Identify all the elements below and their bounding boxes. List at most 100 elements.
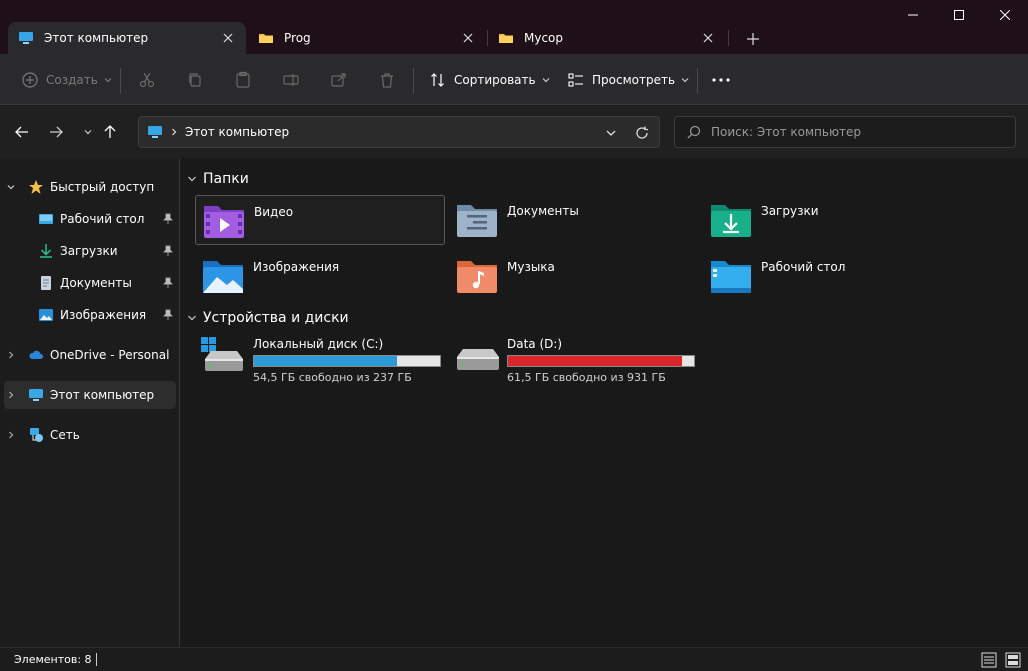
chevron-right-icon[interactable] [4, 388, 18, 402]
drive-name: Data (D:) [507, 337, 563, 351]
sidebar-item-label: Рабочий стол [60, 212, 145, 226]
more-options-button[interactable] [712, 64, 730, 96]
sidebar-item-label: OneDrive - Personal [50, 348, 170, 362]
folder-documents[interactable]: Документы [449, 195, 699, 245]
drive-d[interactable]: Data (D:) 61,5 ГБ свободно из 931 ГБ [455, 337, 705, 384]
copy-button[interactable] [186, 64, 204, 96]
search-box[interactable] [674, 116, 1016, 148]
folder-label: Музыка [507, 260, 555, 274]
create-button[interactable]: Создать [22, 64, 113, 96]
paste-button[interactable] [234, 64, 252, 96]
tab-musor[interactable]: Мусор [488, 22, 726, 54]
tab-this-pc[interactable]: Этот компьютер [8, 22, 246, 54]
sidebar-item-desktop[interactable]: Рабочий стол [4, 205, 176, 233]
folder-music[interactable]: Музыка [449, 251, 699, 301]
tab-prog[interactable]: Prog [248, 22, 486, 54]
details-view-icon [981, 652, 997, 668]
pin-icon[interactable] [162, 245, 174, 257]
folder-videos[interactable]: Видео [195, 195, 445, 245]
videos-folder-icon [204, 206, 244, 238]
chevron-down-icon [104, 78, 112, 83]
share-icon [331, 73, 346, 87]
pin-icon[interactable] [162, 277, 174, 289]
folder-desktop[interactable]: Рабочий стол [703, 251, 953, 301]
sidebar-item-pictures[interactable]: Изображения [4, 301, 176, 329]
sidebar-item-onedrive[interactable]: OneDrive - Personal [4, 341, 176, 369]
recent-locations-button[interactable] [76, 120, 100, 144]
address-path[interactable]: Этот компьютер [185, 125, 289, 139]
tab-label: Мусор [524, 31, 564, 45]
chevron-down-icon [188, 176, 196, 182]
back-button[interactable] [10, 120, 34, 144]
section-title: Папки [203, 171, 249, 187]
view-button[interactable]: Просмотреть [568, 64, 690, 96]
hard-drive-icon [457, 349, 499, 370]
address-bar[interactable]: Этот компьютер [138, 116, 660, 148]
view-list-icon [568, 73, 583, 87]
chevron-right-icon[interactable] [4, 428, 18, 442]
address-history-button[interactable] [603, 125, 619, 141]
new-tab-button[interactable] [742, 28, 764, 50]
windows-drive-icon [201, 337, 243, 371]
chevron-down-icon [84, 130, 92, 135]
rename-button[interactable] [282, 64, 300, 96]
toolbar-separator [697, 68, 698, 94]
title-bar: Этот компьютер Prog Мусор [0, 0, 1028, 54]
chevron-down-icon[interactable] [4, 180, 18, 194]
close-icon[interactable] [460, 30, 476, 46]
up-button[interactable] [98, 120, 122, 144]
refresh-icon [636, 126, 648, 139]
search-input[interactable] [711, 125, 1011, 139]
close-window-button[interactable] [982, 0, 1028, 30]
cut-button[interactable] [138, 64, 156, 96]
delete-button[interactable] [378, 64, 396, 96]
minimize-button[interactable] [890, 0, 936, 30]
item-count: Элементов: 8 [14, 653, 92, 666]
pin-icon[interactable] [162, 309, 174, 321]
arrow-up-icon [104, 125, 116, 138]
command-bar: Создать Сортировать Просмотреть [0, 54, 1028, 105]
refresh-button[interactable] [633, 124, 651, 142]
sidebar-item-this-pc[interactable]: Этот компьютер [4, 381, 176, 409]
chevron-down-icon [542, 78, 550, 83]
address-row: Этот компьютер [0, 106, 1028, 158]
sidebar-item-downloads[interactable]: Загрузки [4, 237, 176, 265]
folder-label: Рабочий стол [761, 260, 846, 274]
drive-c[interactable]: Локальный диск (C:) 54,5 ГБ свободно из … [201, 337, 451, 384]
details-view-button[interactable] [980, 651, 998, 669]
forward-button[interactable] [44, 120, 68, 144]
share-button[interactable] [330, 64, 348, 96]
drive-usage-fill [508, 356, 682, 366]
sort-button[interactable]: Сортировать [430, 64, 551, 96]
folder-label: Загрузки [761, 204, 819, 218]
chevron-right-icon [172, 128, 177, 136]
drive-info: Data (D:) 61,5 ГБ свободно из 931 ГБ [507, 337, 695, 384]
toolbar-separator [413, 68, 414, 94]
network-icon [30, 428, 43, 442]
maximize-button[interactable] [936, 0, 982, 30]
sidebar-item-quick-access[interactable]: Быстрый доступ [4, 173, 176, 201]
download-icon [40, 244, 52, 258]
sidebar-item-network[interactable]: Сеть [4, 421, 176, 449]
folder-pictures[interactable]: Изображения [195, 251, 445, 301]
folders-section-header[interactable]: Папки [187, 171, 249, 187]
toolbar-separator [120, 68, 121, 94]
monitor-icon [19, 32, 33, 44]
image-icon [39, 309, 53, 321]
chevron-down-icon [681, 78, 689, 83]
drive-name: Локальный диск (C:) [253, 337, 384, 351]
copy-icon [189, 73, 201, 87]
close-icon [1000, 10, 1010, 20]
folder-downloads[interactable]: Загрузки [703, 195, 953, 245]
pin-icon[interactable] [162, 213, 174, 225]
sidebar-item-documents[interactable]: Документы [4, 269, 176, 297]
desktop-folder-icon [711, 261, 751, 293]
sidebar-item-label: Изображения [60, 308, 147, 322]
chevron-right-icon[interactable] [4, 348, 18, 362]
close-icon[interactable] [700, 30, 716, 46]
devices-section-header[interactable]: Устройства и диски [187, 310, 349, 326]
sort-label: Сортировать [454, 73, 536, 87]
close-icon[interactable] [220, 30, 236, 46]
desktop-icon [39, 214, 53, 224]
tiles-view-button[interactable] [1004, 651, 1022, 669]
